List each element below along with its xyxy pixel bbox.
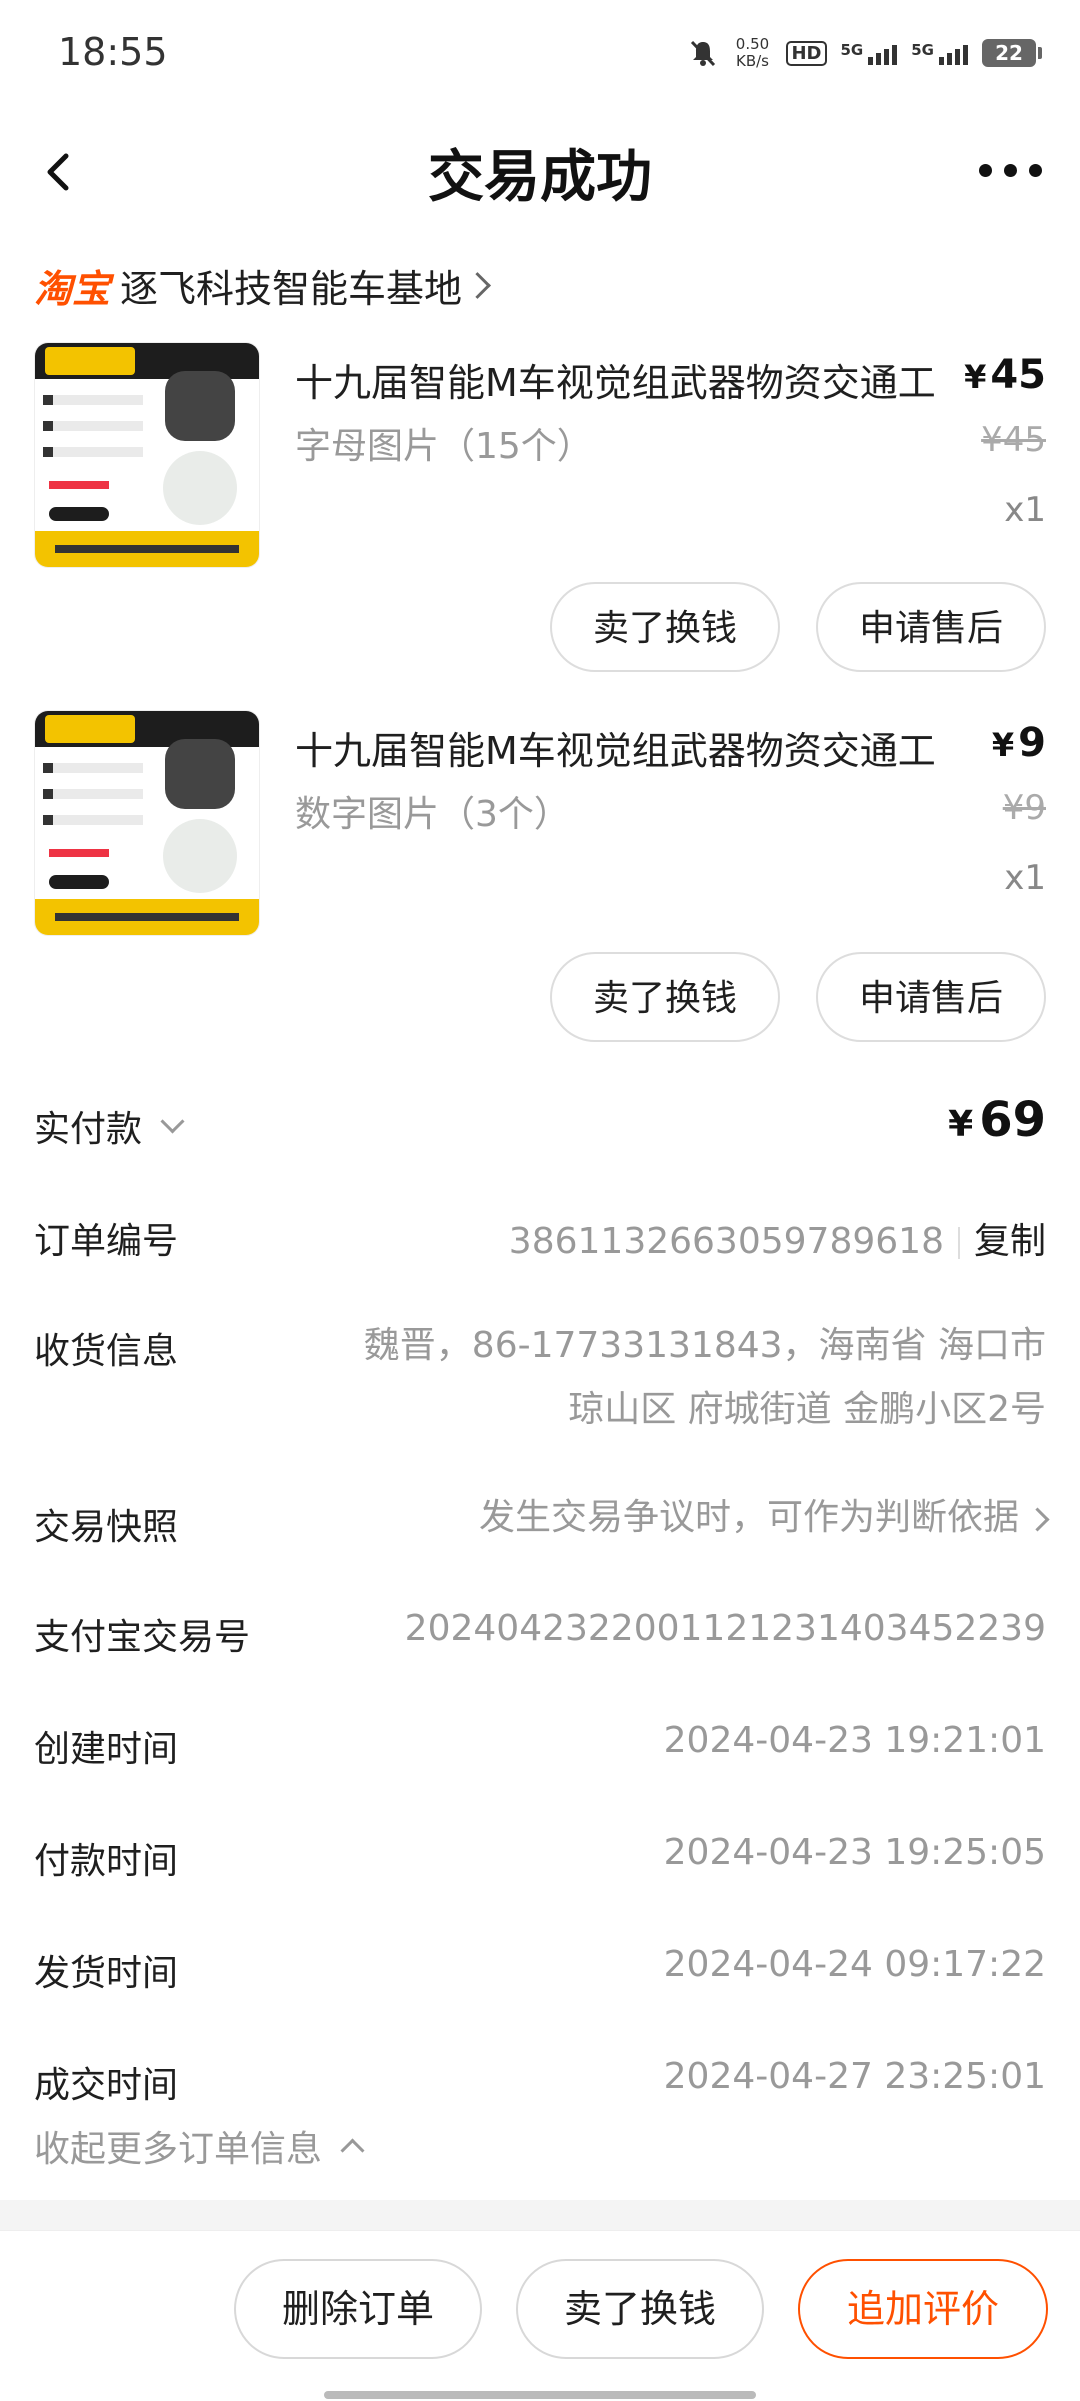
net-speed-value: 0.50 [735, 35, 770, 53]
payment-row[interactable]: 实付款 ¥69 [34, 1092, 1046, 1160]
created-label: 创建时间 [34, 1729, 179, 1770]
resell-button[interactable]: 卖了换钱 [550, 582, 780, 672]
signal-icon-sim1: 5G [841, 41, 898, 65]
signal-icon-sim2: 5G [911, 41, 968, 65]
order-item[interactable]: 十九届智能M车视觉组武器物资交通工具 字母图片（15个） ¥45 ¥45 x1 … [0, 342, 1080, 702]
resell-button[interactable]: 卖了换钱 [516, 2259, 764, 2359]
alipay-row: 支付宝交易号 2024042322001121231403452239 [34, 1608, 1046, 1658]
currency-symbol: ¥ [964, 358, 987, 396]
hd-badge: HD [786, 40, 827, 66]
completed-value: 2024-04-27 23:25:01 [663, 2056, 1046, 2097]
order-number-label: 订单编号 [34, 1221, 179, 1262]
shop-name: 逐飞科技智能车基地 [120, 266, 463, 311]
battery-icon: 22 [982, 39, 1036, 67]
currency-symbol: ¥ [991, 726, 1015, 764]
after-sale-button[interactable]: 申请售后 [816, 582, 1046, 672]
completed-row: 成交时间 2024-04-27 23:25:01 [34, 2056, 1046, 2106]
delete-order-button[interactable]: 删除订单 [234, 2259, 482, 2359]
shipped-value: 2024-04-24 09:17:22 [663, 1944, 1046, 1985]
divider [957, 1227, 960, 1259]
address-row: 收货信息 魏晋，86-17733131843，海南省 海口市 琼山区 府城街道 … [34, 1322, 1046, 1432]
price-value: 45 [990, 352, 1046, 398]
shipped-row: 发货时间 2024-04-24 09:17:22 [34, 1944, 1046, 1994]
product-title[interactable]: 十九届智能M车视觉组武器物资交通工具 [295, 352, 935, 407]
chevron-right-icon [1025, 1506, 1050, 1532]
order-number-value: 3861132663059789618 复制 [509, 1212, 1046, 1264]
product-title[interactable]: 十九届智能M车视觉组武器物资交通工具 [295, 720, 935, 775]
sim2-label: 5G [911, 41, 934, 59]
net-speed-unit: KB/s [735, 52, 769, 70]
snapshot-text: 发生交易争议时，可作为判断依据 [478, 1497, 1019, 1538]
shop-link[interactable]: 淘宝 逐飞科技智能车基地 [34, 255, 491, 315]
chevron-up-icon [340, 2137, 365, 2163]
net-speed: 0.50 KB/s [732, 36, 772, 70]
payment-label-text: 实付款 [34, 1109, 143, 1150]
resell-button[interactable]: 卖了换钱 [550, 952, 780, 1042]
original-price: ¥9 [1002, 788, 1046, 828]
product-price: ¥45 [964, 352, 1046, 398]
quantity: x1 [1004, 490, 1046, 530]
header: 交易成功 [0, 120, 1080, 220]
payment-amount-value: 69 [979, 1092, 1046, 1148]
address-line-2: 琼山区 府城街道 金鹏小区2号 [568, 1389, 1046, 1430]
snapshot-label: 交易快照 [34, 1507, 179, 1548]
battery-tip [1038, 47, 1042, 59]
chevron-right-icon [464, 271, 491, 299]
product-thumbnail[interactable] [34, 710, 260, 936]
page-title: 交易成功 [428, 145, 652, 210]
completed-label: 成交时间 [34, 2065, 179, 2106]
sim1-label: 5G [840, 41, 864, 59]
address-value: 魏晋，86-17733131843，海南省 海口市 琼山区 府城街道 金鹏小区2… [364, 1314, 1046, 1442]
copy-button[interactable]: 复制 [974, 1221, 1046, 1262]
order-item[interactable]: 十九届智能M车视觉组武器物资交通工具 数字图片（3个） ¥9 ¥9 x1 卖了换… [0, 710, 1080, 1070]
address-label: 收货信息 [34, 1331, 179, 1372]
status-time: 18:55 [58, 30, 168, 74]
paid-value: 2024-04-23 19:25:05 [663, 1832, 1046, 1873]
product-sku: 数字图片（3个） [295, 794, 570, 835]
alipay-label: 支付宝交易号 [34, 1617, 251, 1658]
chevron-down-icon [160, 1108, 185, 1134]
payment-amount: ¥69 [948, 1092, 1046, 1148]
price-value: 9 [1018, 720, 1046, 766]
currency-symbol: ¥ [948, 1104, 974, 1145]
bottom-action-bar: 删除订单 卖了换钱 追加评价 [0, 2230, 1080, 2401]
quantity: x1 [1004, 858, 1046, 898]
home-indicator[interactable] [324, 2391, 756, 2399]
order-number-row: 订单编号 3861132663059789618 复制 [34, 1212, 1046, 1262]
after-sale-button[interactable]: 申请售后 [816, 952, 1046, 1042]
snapshot-row[interactable]: 交易快照 发生交易争议时，可作为判断依据 [34, 1497, 1050, 1548]
original-price: ¥45 [981, 420, 1046, 460]
product-sku: 字母图片（15个） [295, 426, 593, 467]
snapshot-value[interactable]: 发生交易争议时，可作为判断依据 [478, 1488, 1050, 1540]
more-dots-icon[interactable] [979, 164, 1042, 177]
taobao-logo: 淘宝 [34, 266, 111, 311]
product-price: ¥9 [992, 720, 1046, 766]
address-line-1: 魏晋，86-17733131843，海南省 海口市 [363, 1325, 1046, 1366]
payment-label[interactable]: 实付款 [34, 1100, 185, 1152]
alipay-value: 2024042322001121231403452239 [404, 1608, 1046, 1649]
status-bar: 18:55 0.50 KB/s HD 5G 5G 22 [0, 0, 1080, 110]
collapse-order-info-button[interactable]: 收起更多订单信息 [34, 2120, 365, 2172]
paid-row: 付款时间 2024-04-23 19:25:05 [34, 1832, 1046, 1882]
collapse-label: 收起更多订单信息 [34, 2129, 323, 2170]
created-value: 2024-04-23 19:21:01 [663, 1720, 1046, 1761]
created-row: 创建时间 2024-04-23 19:21:01 [34, 1720, 1046, 1770]
order-number: 3861132663059789618 [508, 1221, 944, 1262]
status-icons: 0.50 KB/s HD 5G 5G 22 [688, 36, 1042, 70]
mute-bell-icon [691, 40, 716, 67]
section-divider [0, 2200, 1080, 2230]
shipped-label: 发货时间 [34, 1953, 179, 1994]
add-review-button[interactable]: 追加评价 [798, 2259, 1048, 2359]
paid-label: 付款时间 [34, 1841, 179, 1882]
product-thumbnail[interactable] [34, 342, 260, 568]
